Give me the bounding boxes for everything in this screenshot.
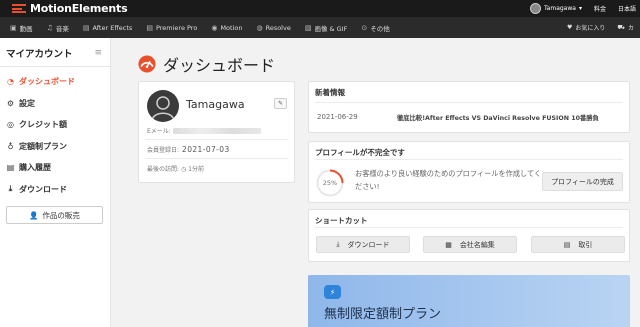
pencil-icon: ✎ xyxy=(277,100,284,107)
divider xyxy=(315,159,623,160)
cart-link[interactable]: ⛟ カ xyxy=(617,23,634,33)
divider xyxy=(315,227,623,228)
video-icon: ▣ xyxy=(10,23,17,32)
receipt-icon: ▤ xyxy=(563,240,571,249)
nav-item-after-effects[interactable]: ▤ After Effects xyxy=(83,24,132,32)
image-icon: ▧ xyxy=(304,23,312,32)
gear-icon: ⚙ xyxy=(6,98,15,108)
points-link[interactable]: 料金 xyxy=(594,4,606,13)
profile-name: Tamagawa xyxy=(186,98,245,111)
after-effects-icon: ▤ xyxy=(82,23,90,32)
user-avatar xyxy=(530,3,541,14)
user-name: Tamagawa xyxy=(544,5,576,12)
sidebar-item-purchase-history[interactable]: ▤ 購入履歴 xyxy=(0,157,110,179)
category-nav: ▣ 動画 ♫ 音楽 ▤ After Effects ▤ Premiere Pro ◉ Mo… xyxy=(0,17,640,38)
page-header: ダッシュボード xyxy=(138,52,275,76)
user-icon: 👤 xyxy=(29,210,39,220)
resolve-icon: ◍ xyxy=(256,23,263,32)
shortcut-title: ショートカット xyxy=(315,216,368,225)
shortcut-company-edit-button[interactable]: ▦ 会社名編集 xyxy=(423,236,517,253)
sidebar-item-dashboard[interactable]: ◔ ダッシュボード xyxy=(0,71,110,93)
user-menu[interactable]: Tamagawa ▾ xyxy=(530,3,582,14)
sidebar-item-settings[interactable]: ⚙ 設定 xyxy=(0,93,110,115)
progress-percent: 25% xyxy=(322,179,338,187)
clock-icon: ◷ xyxy=(180,166,187,173)
sidebar-title: マイアカウント xyxy=(6,49,73,60)
heart-icon: ♥ xyxy=(567,24,573,31)
divider xyxy=(315,102,623,103)
page-title: ダッシュボード xyxy=(163,56,276,75)
nav-item-video[interactable]: ▣ 動画 xyxy=(10,23,33,33)
dashboard-icon: ◔ xyxy=(7,77,14,87)
nav-item-premiere-pro[interactable]: ▤ Premiere Pro xyxy=(146,24,197,32)
email-row: Eメール: xyxy=(147,126,261,135)
news-card: 新着情報 2021-06-29 徹底比較!After Effects VS Da… xyxy=(308,81,630,133)
motion-icon: ◉ xyxy=(211,23,218,32)
person-silhouette-icon xyxy=(151,96,175,121)
nav-item-music[interactable]: ♫ 音楽 xyxy=(47,23,69,33)
more-icon: ⊙ xyxy=(361,23,368,32)
cart-icon: ⛟ xyxy=(617,23,625,31)
menu-icon[interactable]: ≡ xyxy=(94,48,102,58)
bulb-icon: ♁ xyxy=(7,141,14,151)
incomplete-profile-card: プロフィールが不完全です 25% お客様のより良い経験のためのプロフィールを作成… xyxy=(308,141,630,203)
download-icon: ⤓ xyxy=(336,240,340,248)
premiere-icon: ▤ xyxy=(146,23,153,32)
account-sidebar: マイアカウント ≡ ◔ ダッシュボード ⚙ 設定 ◎ クレジット額 ♁ 定額制プラン ▤… xyxy=(0,38,111,327)
lightning-icon: ⚡ xyxy=(324,285,341,299)
download-icon: ⤓ xyxy=(8,184,13,194)
incomplete-title: プロフィールが不完全です xyxy=(315,148,405,157)
news-date: 2021-06-29 xyxy=(317,113,358,121)
language-selector[interactable]: 日本語 xyxy=(618,4,636,13)
nav-item-other[interactable]: ⊙ その他 xyxy=(361,23,389,33)
sell-works-button[interactable]: 👤 作品の販売 xyxy=(6,206,103,224)
music-icon: ♫ xyxy=(46,23,53,32)
email-value-redacted xyxy=(172,127,261,134)
favorites-link[interactable]: ♥ お気に入り xyxy=(567,23,605,32)
logo[interactable]: MotionElements xyxy=(12,2,128,15)
nav-item-images[interactable]: ▧ 画像 & GIF xyxy=(305,23,348,33)
building-icon: ▦ xyxy=(445,240,452,249)
last-visit-row: 最後の訪問: ◷ 1分前 xyxy=(147,166,204,173)
edit-profile-button[interactable]: ✎ xyxy=(274,98,287,109)
sidebar-item-credits[interactable]: ◎ クレジット額 xyxy=(0,114,110,136)
unlimited-plan-banner[interactable]: ⚡ 無制限定額制プラン xyxy=(308,275,630,327)
shortcut-card: ショートカット ⤓ ダウンロード ▦ 会社名編集 ▤ 取引 xyxy=(308,209,630,262)
top-bar: MotionElements Tamagawa ▾ 料金 日本語 xyxy=(0,0,640,17)
divider xyxy=(145,158,288,159)
registration-date: 2021-07-03 xyxy=(182,145,230,154)
speedometer-icon xyxy=(138,55,156,73)
news-link[interactable]: 徹底比較!After Effects VS DaVinci Resolve FU… xyxy=(397,113,599,122)
incomplete-message: お客様のより良い経験のためのプロフィールを作成してください! xyxy=(355,169,542,191)
brand-name: MotionElements xyxy=(30,2,128,15)
shortcut-transactions-button[interactable]: ▤ 取引 xyxy=(531,236,625,253)
receipt-icon: ▤ xyxy=(6,163,15,173)
sidebar-item-subscription[interactable]: ♁ 定額制プラン xyxy=(0,136,110,158)
credit-icon: ◎ xyxy=(7,120,14,130)
plan-title: 無制限定額制プラン xyxy=(324,307,442,322)
complete-profile-button[interactable]: プロフィールの完成 xyxy=(542,172,623,191)
nav-item-motion[interactable]: ◉ Motion xyxy=(211,24,242,32)
caret-down-icon: ▾ xyxy=(578,5,582,12)
profile-avatar xyxy=(147,90,179,122)
logo-mark-icon xyxy=(12,4,26,13)
profile-card: Tamagawa ✎ Eメール: 会員登録日: 2021-07-03 最後の訪問:… xyxy=(138,81,295,183)
divider xyxy=(145,139,288,140)
sidebar-item-downloads[interactable]: ⤓ ダウンロード xyxy=(0,179,110,201)
nav-item-resolve[interactable]: ◍ Resolve xyxy=(256,24,290,32)
shortcut-download-button[interactable]: ⤓ ダウンロード xyxy=(316,236,410,253)
registration-row: 会員登録日: 2021-07-03 xyxy=(147,145,230,154)
news-title: 新着情報 xyxy=(315,88,345,97)
